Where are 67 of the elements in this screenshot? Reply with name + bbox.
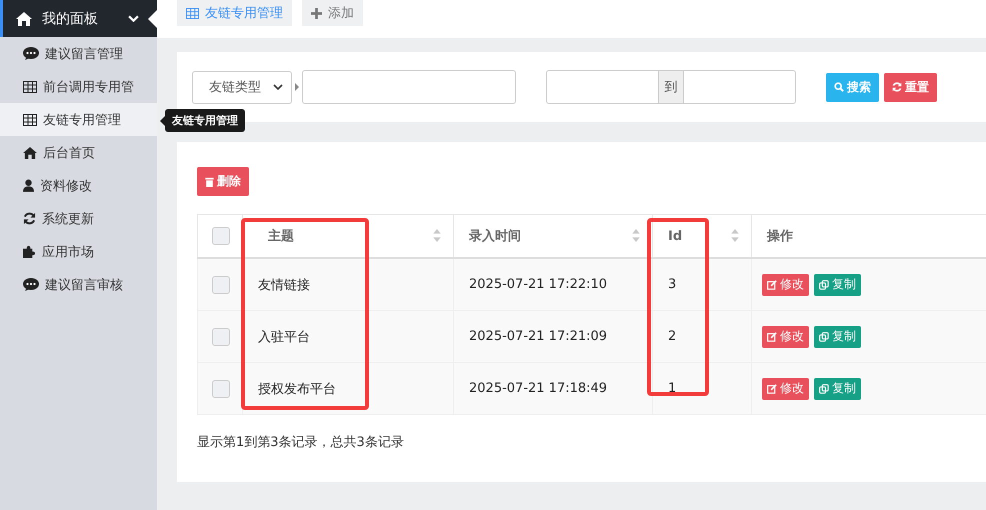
edit-button[interactable]: 修改: [762, 326, 809, 348]
sidebar-item[interactable]: 前台调用专用管: [0, 70, 157, 103]
refresh-icon: [892, 82, 902, 92]
tooltip: 友链专用管理: [165, 109, 245, 132]
edit-button[interactable]: 修改: [762, 378, 809, 400]
table-cell: 入驻平台: [258, 330, 310, 344]
trash-icon: [205, 176, 214, 186]
sidebar-item[interactable]: 应用市场: [0, 235, 157, 268]
type-select[interactable]: 友链类型: [192, 70, 292, 104]
caret-right-icon: [295, 83, 299, 91]
sidebar-item[interactable]: 后台首页: [0, 136, 157, 169]
copy-icon: [819, 384, 829, 394]
copy-button[interactable]: 复制: [814, 326, 861, 348]
copy-icon: [819, 332, 829, 342]
edit-icon: [767, 280, 777, 290]
puzzle-icon: [23, 245, 36, 258]
home-icon: [16, 12, 32, 26]
home-icon: [23, 146, 37, 158]
chevron-down-icon: [128, 15, 139, 22]
column-header[interactable]: 主题: [268, 229, 294, 244]
search-icon: [834, 82, 844, 92]
table-cell: 2025-07-21 17:22:10: [469, 277, 608, 292]
copy-button[interactable]: 复制: [814, 378, 861, 400]
sort-icon[interactable]: [731, 229, 739, 242]
table-cell: 2025-07-21 17:18:49: [469, 381, 608, 396]
sidebar-header[interactable]: 我的面板: [0, 0, 157, 37]
sidebar-item[interactable]: 系统更新: [0, 202, 157, 235]
table-cell: 2: [668, 329, 676, 344]
pagination-info: 显示第1到第3条记录，总共3条记录: [197, 434, 405, 451]
table-icon: [23, 114, 37, 126]
sidebar-item[interactable]: 资料修改: [0, 169, 157, 202]
sidebar-item[interactable]: 建议留言管理: [0, 37, 157, 70]
user-icon: [23, 179, 34, 192]
plus-icon: [311, 8, 322, 18]
table-cell: 友情链接: [258, 278, 310, 292]
sort-icon[interactable]: [632, 229, 640, 242]
speech-bubble-icon: [23, 46, 39, 60]
tab[interactable]: 添加: [302, 0, 363, 26]
table-cell: 授权发布平台: [258, 382, 336, 396]
copy-button[interactable]: 复制: [814, 274, 861, 296]
delete-button[interactable]: 删除: [197, 167, 249, 196]
edit-button[interactable]: 修改: [762, 274, 809, 296]
keyword-field[interactable]: [302, 70, 516, 104]
chevron-down-icon: [273, 84, 283, 90]
refresh-icon: [23, 212, 36, 225]
table-cell: 1: [668, 381, 676, 396]
checkbox[interactable]: [212, 380, 230, 398]
table-icon: [23, 80, 37, 92]
edit-icon: [767, 332, 777, 342]
speech-bubble-icon: [23, 278, 39, 292]
sidebar-item[interactable]: 友链专用管理: [0, 103, 157, 136]
sort-icon[interactable]: [433, 229, 441, 242]
checkbox[interactable]: [212, 227, 230, 245]
column-header[interactable]: 操作: [767, 229, 793, 244]
column-header[interactable]: Id: [668, 228, 682, 244]
column-header[interactable]: 录入时间: [469, 229, 521, 244]
checkbox[interactable]: [212, 328, 230, 346]
table-cell: 2025-07-21 17:21:09: [469, 329, 608, 344]
sidebar-item[interactable]: 建议留言审核: [0, 268, 157, 301]
edit-icon: [767, 384, 777, 394]
table-cell: 3: [668, 277, 676, 292]
table-icon: [186, 8, 199, 18]
reset-button[interactable]: 重置: [884, 72, 937, 102]
range-separator: 到: [658, 71, 684, 103]
date-range-field[interactable]: 到: [546, 70, 796, 104]
copy-icon: [819, 280, 829, 290]
checkbox[interactable]: [212, 276, 230, 294]
